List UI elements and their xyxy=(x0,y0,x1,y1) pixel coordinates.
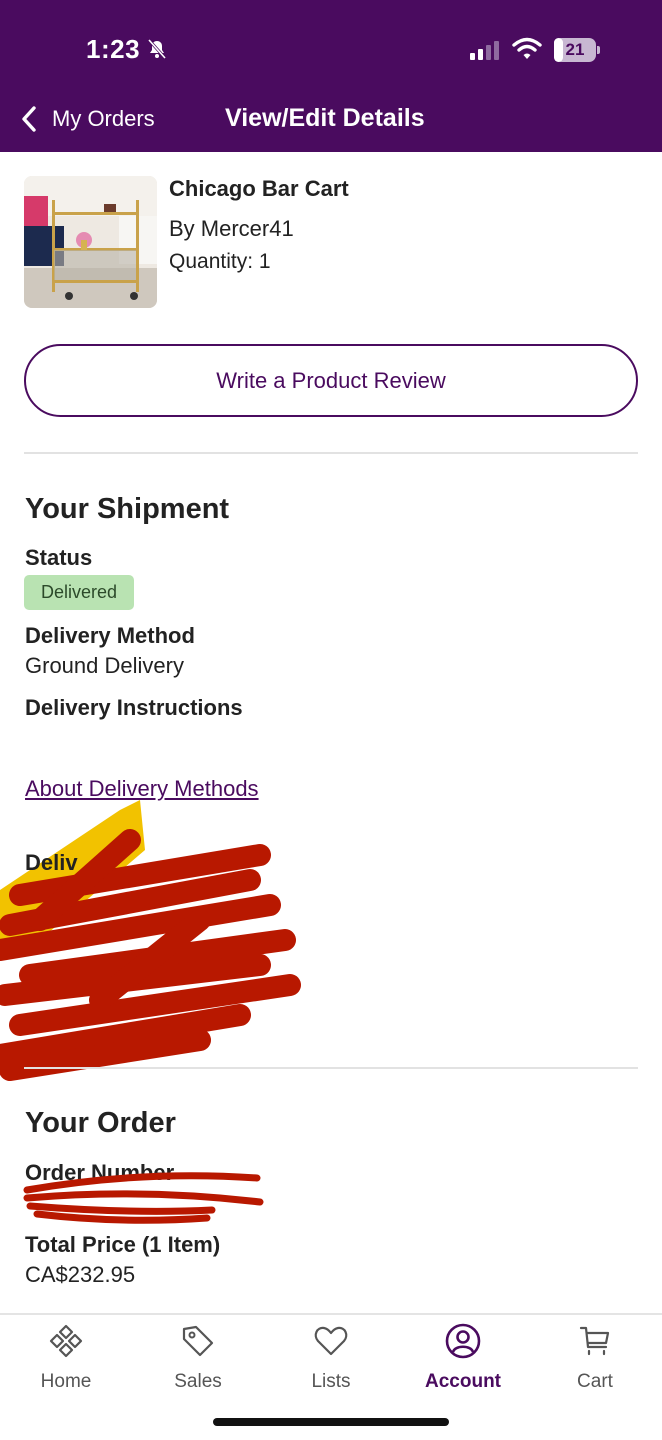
product-name[interactable]: Chicago Bar Cart xyxy=(169,176,349,202)
home-indicator xyxy=(213,1418,449,1426)
back-button[interactable]: My Orders xyxy=(18,104,155,134)
delivery-method-value: Ground Delivery xyxy=(25,653,184,678)
nav-home[interactable]: Home xyxy=(6,1323,126,1393)
write-review-button[interactable]: Write a Product Review xyxy=(24,344,638,417)
back-label: My Orders xyxy=(52,106,155,131)
home-icon xyxy=(49,1324,83,1358)
nav-cart-label: Cart xyxy=(577,1371,613,1392)
battery-indicator: 21 xyxy=(554,38,600,62)
nav-sales-label: Sales xyxy=(174,1371,222,1392)
svg-text:Deliv: Deliv xyxy=(25,850,78,875)
total-price-label: Total Price (1 Item) xyxy=(25,1232,221,1257)
nav-home-label: Home xyxy=(40,1371,92,1392)
delivery-instructions-label: Delivery Instructions xyxy=(25,695,243,720)
status-label: Status xyxy=(25,545,93,570)
page-title: View/Edit Details xyxy=(225,104,425,132)
nav-lists-label: Lists xyxy=(311,1371,351,1392)
order-title: Your Order xyxy=(25,1107,176,1139)
nav-cart[interactable]: Cart xyxy=(535,1323,655,1393)
product-brand: By Mercer41 xyxy=(169,216,294,241)
app-header: 1:23 21 My Orders View/Edit Details xyxy=(0,0,662,152)
nav-lists[interactable]: Lists xyxy=(271,1323,391,1393)
battery-percent: 21 xyxy=(565,40,585,59)
about-delivery-methods-link[interactable]: About Delivery Methods xyxy=(25,776,259,802)
chevron-left-icon xyxy=(22,106,36,132)
cart-icon xyxy=(579,1326,610,1356)
order-number-redaction xyxy=(23,1172,264,1224)
tag-icon xyxy=(182,1325,214,1357)
bell-muted-icon xyxy=(147,39,167,59)
account-icon xyxy=(445,1323,481,1359)
nav-account-label: Account xyxy=(425,1371,501,1392)
divider xyxy=(24,452,638,454)
shipment-title: Your Shipment xyxy=(25,493,230,525)
total-price-value: CA$232.95 xyxy=(25,1262,136,1287)
redaction-scribble: Deliv xyxy=(0,800,301,1081)
status-badge: Delivered xyxy=(24,575,134,610)
product-quantity: Quantity: 1 xyxy=(169,250,271,273)
product-image[interactable] xyxy=(24,176,157,308)
status-time: 1:23 xyxy=(86,34,141,64)
heart-icon xyxy=(314,1326,348,1356)
delivery-method-label: Delivery Method xyxy=(25,623,195,648)
bar-cart-photo xyxy=(24,176,157,308)
wifi-icon xyxy=(512,37,542,59)
nav-account[interactable]: Account xyxy=(403,1323,523,1393)
cellular-signal-icon xyxy=(470,41,499,60)
divider xyxy=(24,1067,638,1069)
nav-sales[interactable]: Sales xyxy=(138,1323,258,1393)
